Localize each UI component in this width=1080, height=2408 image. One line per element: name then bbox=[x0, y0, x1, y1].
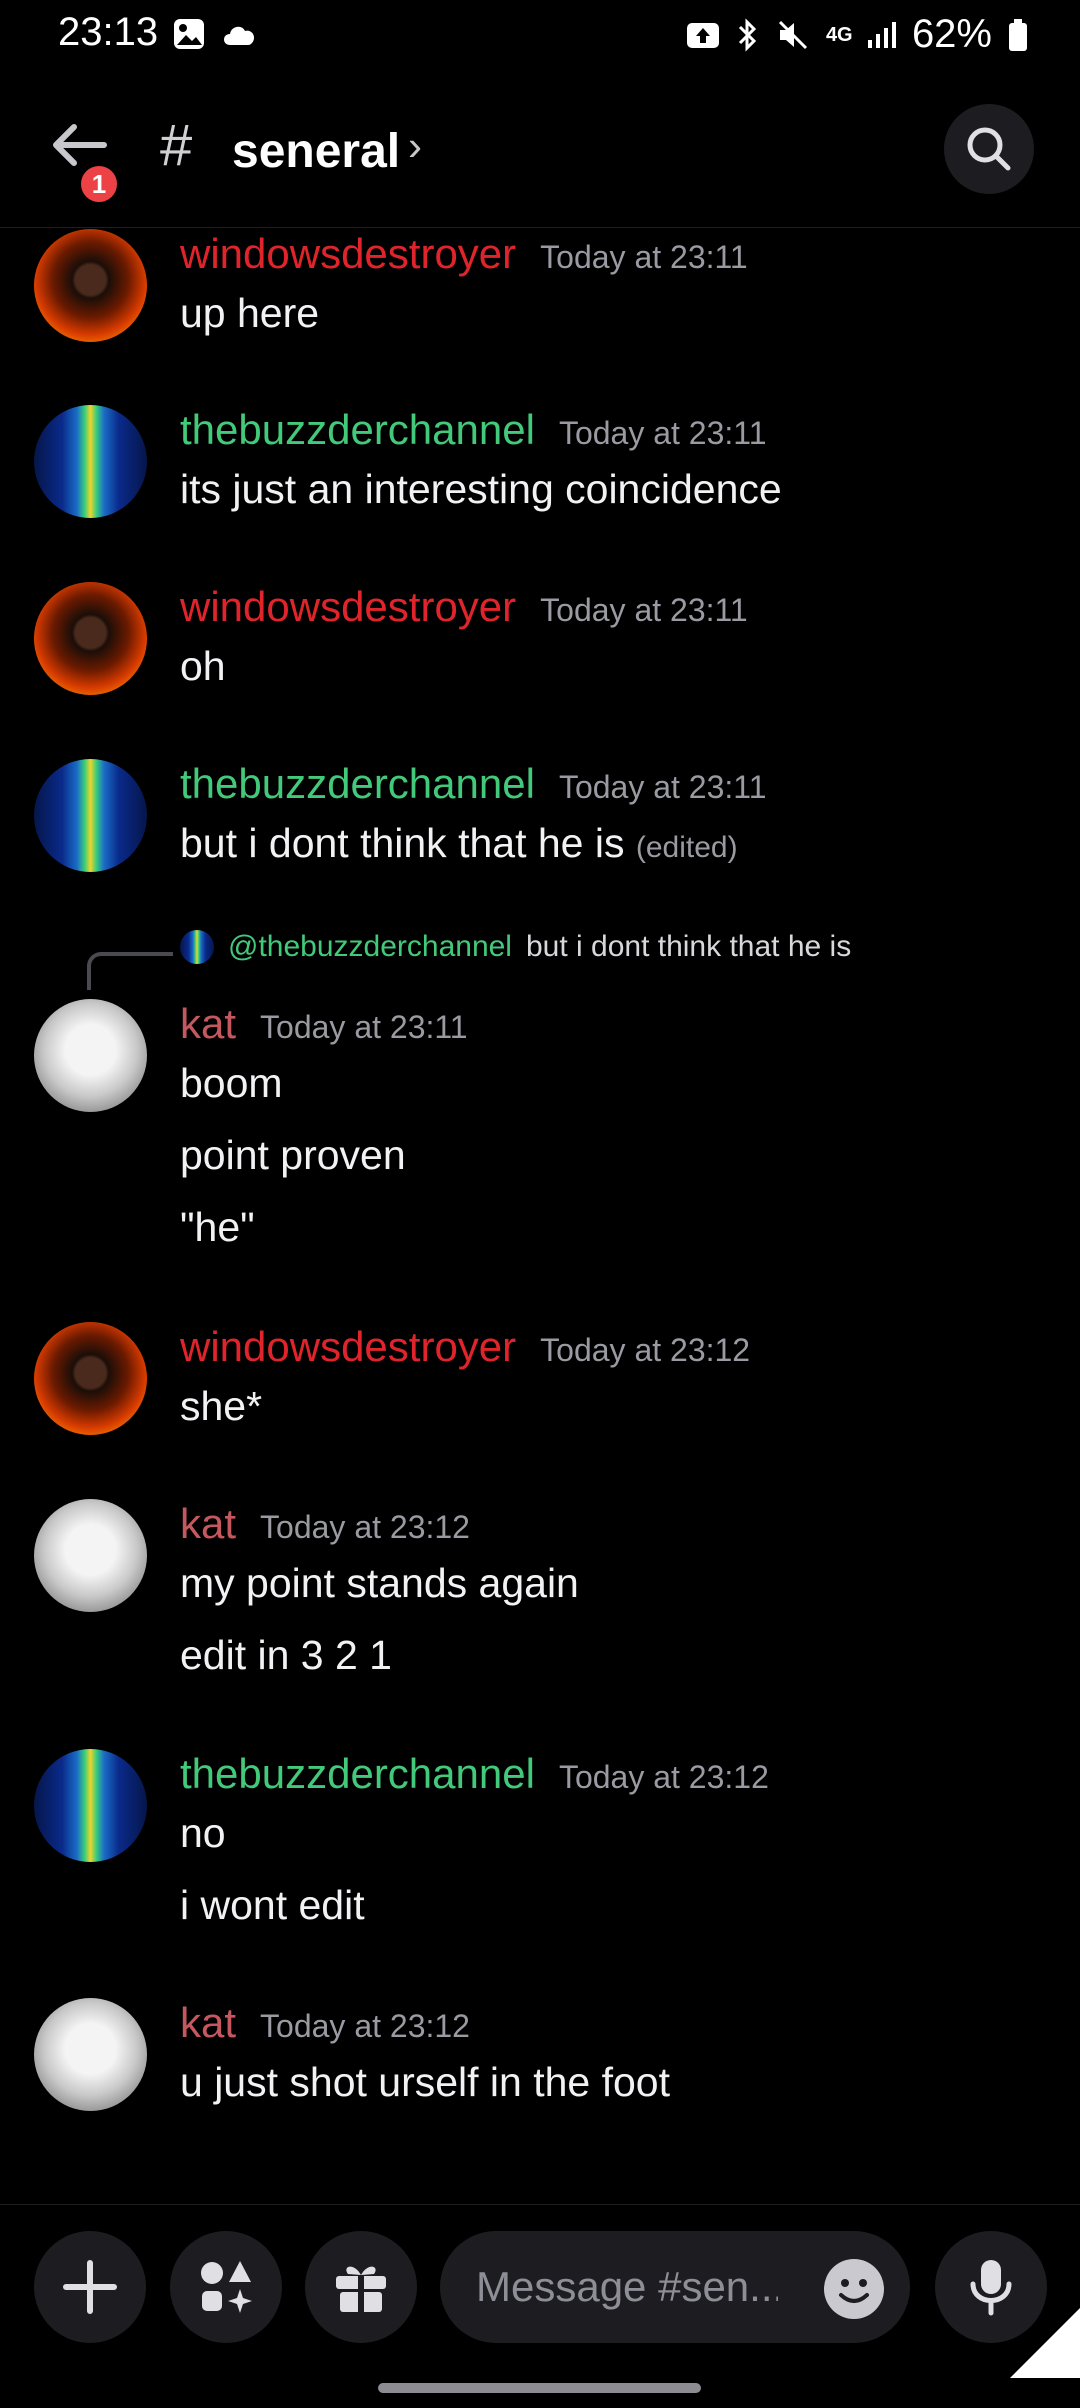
channel-header: 1 # seneral › bbox=[0, 92, 1080, 228]
message-meta: windowsdestroyer Today at 23:11 bbox=[180, 230, 748, 278]
search-button[interactable] bbox=[944, 104, 1034, 194]
avatar[interactable] bbox=[34, 1749, 147, 1862]
message-text: edit in 3 2 1 bbox=[180, 1632, 392, 1678]
message-input[interactable] bbox=[474, 2262, 780, 2312]
message-text: she* bbox=[180, 1383, 263, 1429]
timestamp: Today at 23:12 bbox=[540, 1332, 751, 1368]
signal-icon bbox=[867, 21, 896, 48]
message-text: point proven bbox=[180, 1132, 406, 1178]
message-text: "he" bbox=[180, 1204, 255, 1250]
cloud-icon bbox=[224, 26, 255, 45]
upload-icon bbox=[686, 22, 719, 48]
message-list[interactable]: windowsdestroyer Today at 23:11 up here … bbox=[0, 228, 1080, 2204]
avatar[interactable] bbox=[34, 999, 147, 1112]
avatar[interactable] bbox=[34, 1998, 147, 2111]
message-meta: kat Today at 23:12 bbox=[180, 1500, 470, 1548]
avatar[interactable] bbox=[34, 1499, 147, 1612]
message-text: my point stands again bbox=[180, 1560, 579, 1606]
bluetooth-icon bbox=[738, 17, 757, 52]
message-text: boom bbox=[180, 1060, 283, 1106]
message-text-body: but i dont think that he is bbox=[180, 820, 625, 866]
plus-icon bbox=[63, 2260, 117, 2314]
status-left-icons bbox=[172, 17, 260, 51]
reply-connector bbox=[87, 952, 173, 990]
avatar[interactable] bbox=[34, 1322, 147, 1435]
battery-icon bbox=[1009, 18, 1027, 51]
reply-avatar bbox=[180, 930, 214, 964]
search-icon bbox=[967, 127, 1011, 171]
timestamp: Today at 23:11 bbox=[540, 592, 748, 628]
emoji-button[interactable] bbox=[824, 2259, 884, 2319]
username[interactable]: windowsdestroyer bbox=[180, 230, 516, 278]
timestamp: Today at 23:12 bbox=[260, 1509, 470, 1545]
timestamp: Today at 23:11 bbox=[540, 239, 748, 275]
channel-name[interactable]: seneral bbox=[232, 124, 400, 179]
username[interactable]: kat bbox=[180, 1500, 236, 1548]
apps-icon bbox=[201, 2261, 252, 2313]
channel-hash-icon: # bbox=[160, 113, 193, 178]
add-attachment-button[interactable] bbox=[34, 2231, 146, 2343]
floating-corner-shortcut[interactable] bbox=[1010, 2308, 1080, 2378]
message-meta: windowsdestroyer Today at 23:12 bbox=[180, 1323, 750, 1371]
gallery-icon bbox=[174, 19, 204, 49]
gift-button[interactable] bbox=[305, 2231, 417, 2343]
home-indicator[interactable] bbox=[378, 2383, 701, 2393]
edited-label: (edited) bbox=[635, 831, 738, 864]
username[interactable]: thebuzzderchannel bbox=[180, 760, 535, 808]
mute-icon bbox=[778, 20, 807, 49]
message-input-container[interactable] bbox=[440, 2231, 910, 2343]
timestamp: Today at 23:11 bbox=[558, 415, 767, 451]
message-text: oh bbox=[180, 643, 226, 689]
username[interactable]: kat bbox=[180, 1999, 236, 2047]
avatar[interactable] bbox=[34, 405, 147, 518]
avatar[interactable] bbox=[34, 582, 147, 695]
message-meta: thebuzzderchannel Today at 23:11 bbox=[180, 760, 767, 808]
battery-percent: 62% bbox=[911, 12, 992, 56]
status-bar: 23:13 4G 62% bbox=[0, 0, 1080, 70]
reply-preview[interactable]: @thebuzzderchannel but i dont think that… bbox=[180, 930, 851, 964]
message-meta: kat Today at 23:11 bbox=[180, 1000, 468, 1048]
username[interactable]: thebuzzderchannel bbox=[180, 406, 535, 454]
status-time: 23:13 bbox=[58, 10, 159, 54]
message-meta: thebuzzderchannel Today at 23:11 bbox=[180, 406, 767, 454]
timestamp: Today at 23:11 bbox=[260, 1009, 468, 1045]
timestamp: Today at 23:12 bbox=[558, 1759, 769, 1795]
reply-username[interactable]: @thebuzzderchannel bbox=[228, 930, 512, 964]
reply-text: but i dont think that he is bbox=[525, 930, 852, 963]
apps-button[interactable] bbox=[170, 2231, 282, 2343]
chevron-right-icon[interactable]: › bbox=[408, 122, 422, 170]
message-text: but i dont think that he is (edited) bbox=[180, 820, 738, 867]
message-composer bbox=[0, 2204, 1080, 2370]
message-text: up here bbox=[180, 290, 320, 336]
message-meta: thebuzzderchannel Today at 23:12 bbox=[180, 1750, 769, 1798]
username[interactable]: thebuzzderchannel bbox=[180, 1750, 535, 1798]
emoji-icon bbox=[839, 2279, 869, 2303]
username[interactable]: kat bbox=[180, 1000, 236, 1048]
message-meta: windowsdestroyer Today at 23:11 bbox=[180, 583, 748, 631]
status-right-icons: 4G 62% bbox=[686, 12, 1028, 57]
message-text: its just an interesting coincidence bbox=[180, 466, 782, 512]
username[interactable]: windowsdestroyer bbox=[180, 583, 516, 631]
message-text: u just shot urself in the foot bbox=[180, 2059, 670, 2105]
message-text: i wont edit bbox=[180, 1882, 365, 1928]
gift-icon bbox=[336, 2266, 386, 2312]
avatar[interactable] bbox=[34, 229, 147, 342]
message-text: no bbox=[180, 1810, 226, 1856]
timestamp: Today at 23:12 bbox=[260, 2008, 470, 2044]
network-type: 4G bbox=[825, 23, 853, 46]
unread-badge: 1 bbox=[77, 162, 121, 206]
timestamp: Today at 23:11 bbox=[558, 769, 767, 805]
message-meta: kat Today at 23:12 bbox=[180, 1999, 470, 2047]
avatar[interactable] bbox=[34, 759, 147, 872]
username[interactable]: windowsdestroyer bbox=[180, 1323, 516, 1371]
